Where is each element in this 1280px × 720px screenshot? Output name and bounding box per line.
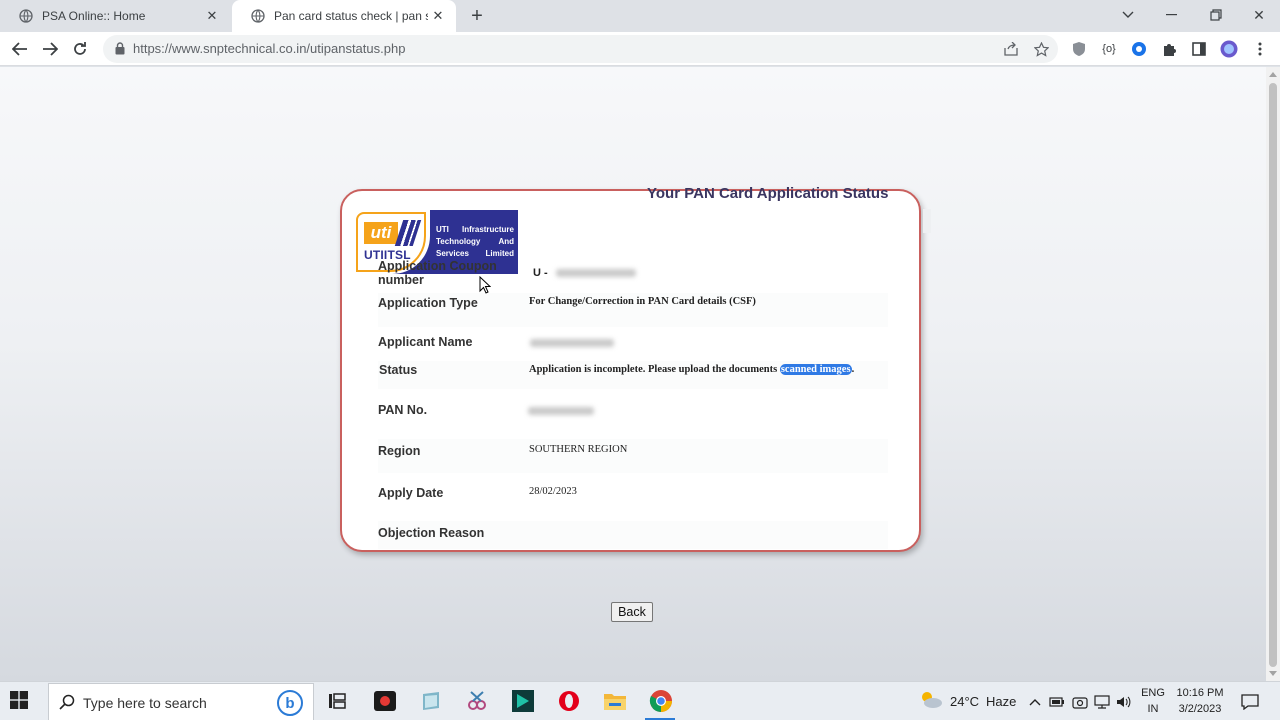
clock-time[interactable]: 10:16 PM [1172, 687, 1228, 699]
side-panel-icon[interactable] [1190, 40, 1208, 58]
tab-strip: PSA Online:: Home ✕ Pan card status chec… [0, 0, 1280, 32]
scrollbar-thumb[interactable] [1269, 83, 1277, 667]
url-text: https://www.snptechnical.co.in/utipansta… [133, 41, 406, 56]
network-icon[interactable] [1094, 694, 1110, 710]
close-window-icon[interactable]: ✕ [1237, 0, 1280, 30]
row-label: Applicant Name [378, 335, 473, 349]
weather-haze-icon[interactable] [918, 687, 944, 713]
restore-icon[interactable] [1194, 0, 1238, 30]
globe-icon [250, 8, 266, 24]
row-status: Status Application is incomplete. Please… [378, 361, 888, 389]
row-value-prefix: U - [533, 267, 548, 279]
logo-mark: uti [364, 222, 398, 244]
row-apply-date: Apply Date 28/02/2023 [378, 483, 888, 513]
file-explorer-icon[interactable] [602, 688, 628, 714]
windows-taskbar: Type here to search b 24°C Haze ENG IN 1… [0, 681, 1280, 720]
row-objection-reason: Objection Reason [378, 521, 888, 549]
back-button[interactable]: Back [611, 602, 653, 622]
close-icon[interactable]: ✕ [202, 6, 222, 26]
weather-temperature[interactable]: 24°C [950, 694, 979, 709]
row-value: SOUTHERN REGION [529, 444, 628, 455]
globe-icon [18, 8, 34, 24]
weather-description[interactable]: Haze [986, 694, 1016, 709]
status-card: Your PAN Card Application Status uti UTI… [340, 185, 931, 552]
tab-search-chevron-icon[interactable] [1106, 0, 1150, 30]
row-applicant-name: Applicant Name [378, 331, 888, 361]
status-text: Application is incomplete. Please upload… [529, 364, 780, 375]
search-placeholder: Type here to search [83, 695, 207, 711]
kebab-menu-icon[interactable] [1251, 40, 1269, 58]
tab-title: PSA Online:: Home [42, 9, 146, 23]
redacted-value [530, 339, 614, 347]
share-icon[interactable] [1003, 41, 1019, 57]
language-indicator[interactable]: ENG [1141, 687, 1165, 699]
row-label: Region [378, 444, 421, 458]
search-icon [59, 694, 75, 715]
snipping-tool-icon[interactable] [464, 688, 490, 714]
bookmark-star-icon[interactable] [1033, 41, 1049, 57]
language-region: IN [1147, 703, 1159, 715]
row-label: Status [379, 363, 418, 377]
row-pan-no: PAN No. [378, 399, 888, 429]
minimize-icon[interactable] [1150, 0, 1194, 30]
opera-browser-icon[interactable] [556, 688, 582, 714]
row-value: For Change/Correction in PAN Card detail… [529, 296, 756, 307]
forward-arrow-icon[interactable] [38, 37, 62, 61]
row-coupon-number: Application Coupon number U - [378, 257, 888, 287]
video-editor-app-icon[interactable] [510, 688, 536, 714]
address-bar[interactable]: https://www.snptechnical.co.in/utipansta… [103, 35, 1058, 63]
page-viewport: Your PAN Card Application Status uti UTI… [0, 67, 1266, 681]
tab-title: Pan card status check | pan statu [274, 9, 428, 23]
code-extension-icon[interactable]: {o} [1100, 40, 1118, 58]
blue-circle-extension-icon[interactable] [1130, 40, 1148, 58]
close-icon[interactable]: ✕ [428, 6, 448, 26]
card-edge-marker [923, 209, 931, 233]
profile-avatar-icon[interactable] [1220, 40, 1238, 58]
puzzle-extensions-icon[interactable] [1160, 40, 1178, 58]
task-view-icon[interactable] [324, 688, 350, 714]
tab-pan-status[interactable]: Pan card status check | pan statu ✕ [232, 0, 456, 32]
screen-recorder-app-icon[interactable] [372, 688, 398, 714]
row-value: Application is incomplete. Please upload… [529, 364, 854, 375]
row-label: Application Type [378, 296, 478, 310]
camera-icon[interactable] [1072, 694, 1088, 710]
vertical-scrollbar[interactable] [1266, 67, 1280, 681]
status-suffix: . [851, 364, 855, 375]
notification-icon[interactable] [1241, 693, 1259, 711]
new-tab-button[interactable]: + [466, 5, 488, 27]
chrome-browser-icon[interactable] [648, 688, 674, 714]
bing-icon[interactable]: b [277, 690, 303, 716]
row-value: 28/02/2023 [529, 486, 577, 497]
battery-icon[interactable] [1049, 694, 1065, 710]
taskbar-search-box[interactable]: Type here to search b [48, 683, 314, 720]
row-label: Apply Date [378, 486, 444, 500]
row-application-type: Application Type For Change/Correction i… [378, 293, 888, 327]
tray-chevron-up-icon[interactable] [1027, 694, 1043, 710]
clock-date[interactable]: 3/2/2023 [1172, 703, 1228, 715]
tablet-app-icon[interactable] [418, 688, 444, 714]
volume-icon[interactable] [1116, 694, 1132, 710]
page-title: Your PAN Card Application Status [647, 185, 889, 202]
redacted-value [556, 269, 636, 277]
mouse-cursor-icon [479, 275, 492, 299]
scroll-up-icon[interactable] [1269, 72, 1277, 77]
windows-start-icon[interactable] [10, 691, 28, 714]
lock-icon[interactable] [115, 42, 125, 60]
shield-extension-icon[interactable] [1070, 40, 1088, 58]
row-label: PAN No. [378, 403, 428, 417]
browser-toolbar: https://www.snptechnical.co.in/utipansta… [0, 32, 1280, 66]
back-arrow-icon[interactable] [8, 37, 32, 61]
logo-description: UTI Infrastructure Technology And Servic… [436, 225, 514, 258]
scroll-down-icon[interactable] [1269, 671, 1277, 676]
highlighted-text: scanned images [779, 364, 852, 375]
redacted-value [528, 407, 594, 415]
row-region: Region SOUTHERN REGION [378, 439, 888, 473]
tab-psa-online[interactable]: PSA Online:: Home ✕ [0, 0, 230, 32]
row-label: Objection Reason [378, 526, 485, 540]
reload-icon[interactable] [68, 37, 92, 61]
